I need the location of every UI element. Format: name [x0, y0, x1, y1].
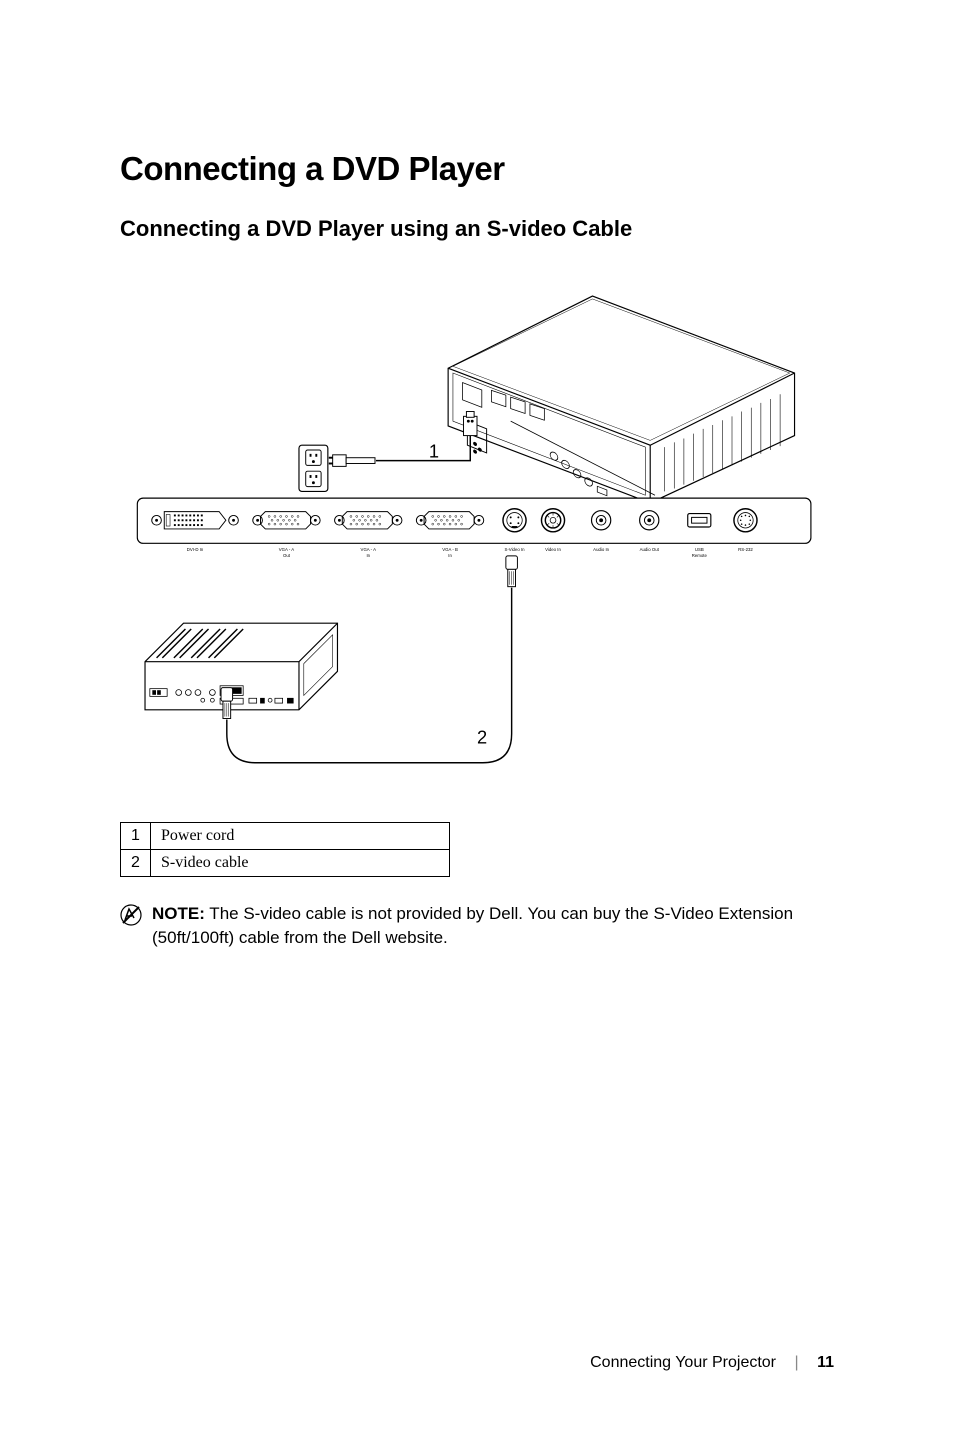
port-label-dvi: DVI-D In	[187, 547, 204, 552]
port-label-svideo: S-Video In	[504, 547, 525, 552]
note-icon	[120, 902, 142, 933]
main-heading: Connecting a DVD Player	[120, 150, 834, 188]
callout-2: 2	[477, 727, 487, 748]
connection-diagram: DVI-D In VGA - A Out	[120, 262, 834, 792]
legend-num-2: 2	[121, 850, 151, 877]
connector-panel: DVI-D In VGA - A Out	[137, 498, 811, 558]
note-text: NOTE: The S-video cable is not provided …	[152, 902, 834, 950]
port-label-audio-out: Audio Out	[640, 547, 660, 552]
dvd-player-illustration	[145, 623, 337, 710]
projector-illustration	[448, 296, 794, 509]
port-label-usb-1: USB	[695, 547, 704, 552]
legend-num-1: 1	[121, 823, 151, 850]
port-label-vga-a-in-2: In	[366, 553, 370, 558]
port-label-rs232: RS-232	[738, 547, 753, 552]
note-label: NOTE:	[152, 904, 205, 923]
port-label-video: Video In	[545, 547, 561, 552]
port-label-vga-b-in-1: VGA - B	[442, 547, 458, 552]
legend-label-2: S-video cable	[151, 850, 450, 877]
footer-divider: |	[794, 1354, 798, 1371]
port-label-usb-2: Remote	[692, 553, 708, 558]
legend-row-1: 1 Power cord	[121, 823, 450, 850]
legend-row-2: 2 S-video cable	[121, 850, 450, 877]
callout-1: 1	[429, 441, 439, 462]
note-body: The S-video cable is not provided by Del…	[152, 904, 793, 947]
port-label-vga-b-in-2: In	[448, 553, 452, 558]
sub-heading: Connecting a DVD Player using an S-video…	[120, 216, 834, 242]
port-label-vga-a-in-1: VGA - A	[361, 547, 377, 552]
wall-outlet	[299, 445, 328, 491]
legend-label-1: Power cord	[151, 823, 450, 850]
port-label-audio-in: Audio In	[593, 547, 609, 552]
footer-section: Connecting Your Projector	[590, 1354, 776, 1371]
legend-table: 1 Power cord 2 S-video cable	[120, 822, 450, 877]
note-block: NOTE: The S-video cable is not provided …	[120, 902, 834, 950]
footer-page-number: 11	[817, 1354, 834, 1371]
port-label-vga-a-out-1: VGA - A	[279, 547, 295, 552]
page-footer: Connecting Your Projector | 11	[590, 1354, 834, 1372]
port-label-vga-a-out-2: Out	[283, 553, 291, 558]
